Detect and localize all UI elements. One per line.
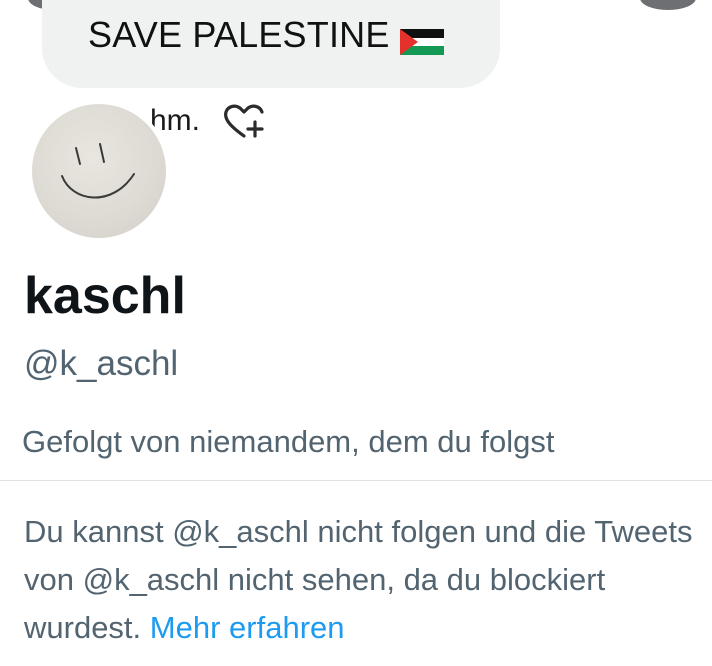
nav-more-button[interactable] [640,0,696,10]
learn-more-link[interactable]: Mehr erfahren [150,610,345,645]
divider [0,480,712,481]
palestine-flag-icon [399,22,444,55]
banner-text: SAVE PALESTINE [88,14,390,55]
blocked-notice: Du kannst @k_aschl nicht folgen und die … [24,508,694,652]
profile-page: SAVE PALESTINE hm. kaschl @k_aschl Gefol… [0,0,712,666]
smiley-avatar-icon [32,104,166,238]
blocked-message-text: Du kannst @k_aschl nicht folgen und die … [24,514,693,645]
banner-message: SAVE PALESTINE [88,14,444,56]
followed-by-text[interactable]: Gefolgt von niemandem, dem du folgst [22,424,554,460]
heart-plus-icon[interactable] [222,102,268,142]
user-handle: @k_aschl [24,344,179,383]
avatar[interactable] [28,100,170,242]
display-name: kaschl [24,267,186,325]
